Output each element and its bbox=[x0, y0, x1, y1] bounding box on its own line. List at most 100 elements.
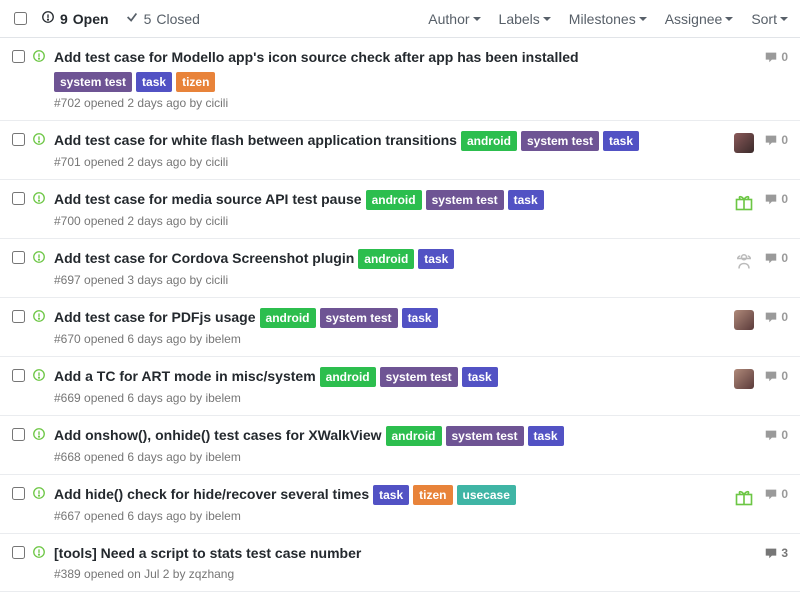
comments-count[interactable]: 0 bbox=[764, 192, 788, 206]
issue-checkbox[interactable] bbox=[12, 487, 25, 500]
select-all-checkbox[interactable] bbox=[14, 12, 27, 25]
comments-number: 0 bbox=[781, 251, 788, 265]
comments-number: 0 bbox=[781, 487, 788, 501]
issue-label[interactable]: task bbox=[603, 131, 639, 151]
open-count: 9 bbox=[60, 11, 68, 27]
assignee-filter[interactable]: Assignee bbox=[665, 11, 734, 27]
open-issue-icon bbox=[32, 308, 54, 346]
issue-meta: #702 opened 2 days ago by cicili bbox=[54, 96, 698, 110]
open-issue-icon bbox=[41, 10, 55, 27]
assignee-avatar[interactable] bbox=[734, 251, 754, 271]
labels-label: Labels bbox=[499, 11, 540, 27]
sort-filter[interactable]: Sort bbox=[751, 11, 788, 27]
assignee-avatar[interactable] bbox=[734, 369, 754, 389]
issue-label[interactable]: system test bbox=[521, 131, 599, 151]
labels-filter[interactable]: Labels bbox=[499, 11, 551, 27]
comments-count[interactable]: 0 bbox=[764, 487, 788, 501]
comments-count[interactable]: 3 bbox=[764, 546, 788, 560]
issue-label[interactable]: task bbox=[402, 308, 438, 328]
milestones-filter[interactable]: Milestones bbox=[569, 11, 647, 27]
closed-tab[interactable]: 5 Closed bbox=[119, 10, 206, 27]
assignee-avatar[interactable] bbox=[734, 133, 754, 153]
issue-row: Add test case for PDFjs usageandroidsyst… bbox=[0, 298, 800, 357]
open-issue-icon bbox=[32, 190, 54, 228]
issue-checkbox[interactable] bbox=[12, 310, 25, 323]
issue-title-link[interactable]: Add hide() check for hide/recover severa… bbox=[54, 485, 369, 505]
issue-label[interactable]: tizen bbox=[413, 485, 452, 505]
comments-count[interactable]: 0 bbox=[764, 133, 788, 147]
issue-title-link[interactable]: Add test case for white flash between ap… bbox=[54, 131, 457, 151]
open-tab[interactable]: 9 Open bbox=[35, 10, 115, 27]
issue-title-link[interactable]: Add onshow(), onhide() test cases for XW… bbox=[54, 426, 382, 446]
issue-label[interactable]: task bbox=[136, 72, 172, 92]
caret-down-icon bbox=[639, 17, 647, 21]
comments-number: 0 bbox=[781, 133, 788, 147]
issue-checkbox[interactable] bbox=[12, 50, 25, 63]
comments-count[interactable]: 0 bbox=[764, 369, 788, 383]
issue-row: Add test case for Cordova Screenshot plu… bbox=[0, 239, 800, 298]
issue-title-link[interactable]: Add test case for PDFjs usage bbox=[54, 308, 256, 328]
assignee-avatar[interactable] bbox=[734, 310, 754, 330]
issue-label[interactable]: task bbox=[528, 426, 564, 446]
comments-count[interactable]: 0 bbox=[764, 251, 788, 265]
issue-label[interactable]: android bbox=[358, 249, 414, 269]
open-issue-icon bbox=[32, 485, 54, 523]
issue-row: Add onshow(), onhide() test cases for XW… bbox=[0, 416, 800, 475]
issue-label[interactable]: android bbox=[386, 426, 442, 446]
issue-row: Add a TC for ART mode in misc/systemandr… bbox=[0, 357, 800, 416]
open-issue-icon bbox=[32, 544, 54, 582]
issue-row: Add test case for white flash between ap… bbox=[0, 121, 800, 180]
comments-count[interactable]: 0 bbox=[764, 310, 788, 324]
issue-label[interactable]: task bbox=[373, 485, 409, 505]
comments-number: 0 bbox=[781, 369, 788, 383]
issue-label[interactable]: task bbox=[418, 249, 454, 269]
issue-checkbox[interactable] bbox=[12, 428, 25, 441]
issue-title-link[interactable]: Add test case for Cordova Screenshot plu… bbox=[54, 249, 354, 269]
issue-label[interactable]: tizen bbox=[176, 72, 215, 92]
issue-title-link[interactable]: [tools] Need a script to stats test case… bbox=[54, 544, 361, 564]
issues-list: Add test case for Modello app's icon sou… bbox=[0, 38, 800, 592]
assignee-avatar[interactable] bbox=[734, 487, 754, 507]
issue-title-link[interactable]: Add test case for Modello app's icon sou… bbox=[54, 48, 579, 68]
issue-checkbox[interactable] bbox=[12, 369, 25, 382]
issue-meta: #700 opened 2 days ago by cicili bbox=[54, 214, 698, 228]
comments-count[interactable]: 0 bbox=[764, 428, 788, 442]
issue-label[interactable]: usecase bbox=[457, 485, 516, 505]
issue-label[interactable]: task bbox=[462, 367, 498, 387]
issue-title-link[interactable]: Add test case for media source API test … bbox=[54, 190, 362, 210]
issue-label[interactable]: android bbox=[260, 308, 316, 328]
author-filter[interactable]: Author bbox=[428, 11, 480, 27]
issue-meta: #701 opened 2 days ago by cicili bbox=[54, 155, 698, 169]
issue-label[interactable]: android bbox=[320, 367, 376, 387]
issue-title-link[interactable]: Add a TC for ART mode in misc/system bbox=[54, 367, 316, 387]
issue-checkbox[interactable] bbox=[12, 251, 25, 264]
issue-checkbox[interactable] bbox=[12, 546, 25, 559]
open-label: Open bbox=[73, 11, 109, 27]
issue-checkbox[interactable] bbox=[12, 133, 25, 146]
issue-meta: #697 opened 3 days ago by cicili bbox=[54, 273, 698, 287]
issue-meta: #668 opened 6 days ago by ibelem bbox=[54, 450, 698, 464]
open-issue-icon bbox=[32, 426, 54, 464]
closed-label: Closed bbox=[156, 11, 200, 27]
issue-label[interactable]: android bbox=[461, 131, 517, 151]
issue-label[interactable]: android bbox=[366, 190, 422, 210]
closed-count: 5 bbox=[144, 11, 152, 27]
caret-down-icon bbox=[543, 17, 551, 21]
issue-meta: #670 opened 6 days ago by ibelem bbox=[54, 332, 698, 346]
issue-label[interactable]: system test bbox=[54, 72, 132, 92]
issue-row: Add test case for media source API test … bbox=[0, 180, 800, 239]
comments-count[interactable]: 0 bbox=[764, 50, 788, 64]
open-issue-icon bbox=[32, 367, 54, 405]
issue-label[interactable]: system test bbox=[320, 308, 398, 328]
assignee-avatar[interactable] bbox=[734, 192, 754, 212]
issues-toolbar: 9 Open 5 Closed Author Labels Milestones… bbox=[0, 0, 800, 38]
issue-label[interactable]: task bbox=[508, 190, 544, 210]
comments-number: 0 bbox=[781, 428, 788, 442]
issue-label[interactable]: system test bbox=[426, 190, 504, 210]
issue-checkbox[interactable] bbox=[12, 192, 25, 205]
issue-label[interactable]: system test bbox=[446, 426, 524, 446]
milestones-label: Milestones bbox=[569, 11, 636, 27]
issue-row: Add test case for Modello app's icon sou… bbox=[0, 38, 800, 121]
issue-label[interactable]: system test bbox=[380, 367, 458, 387]
issue-row: Add hide() check for hide/recover severa… bbox=[0, 475, 800, 534]
